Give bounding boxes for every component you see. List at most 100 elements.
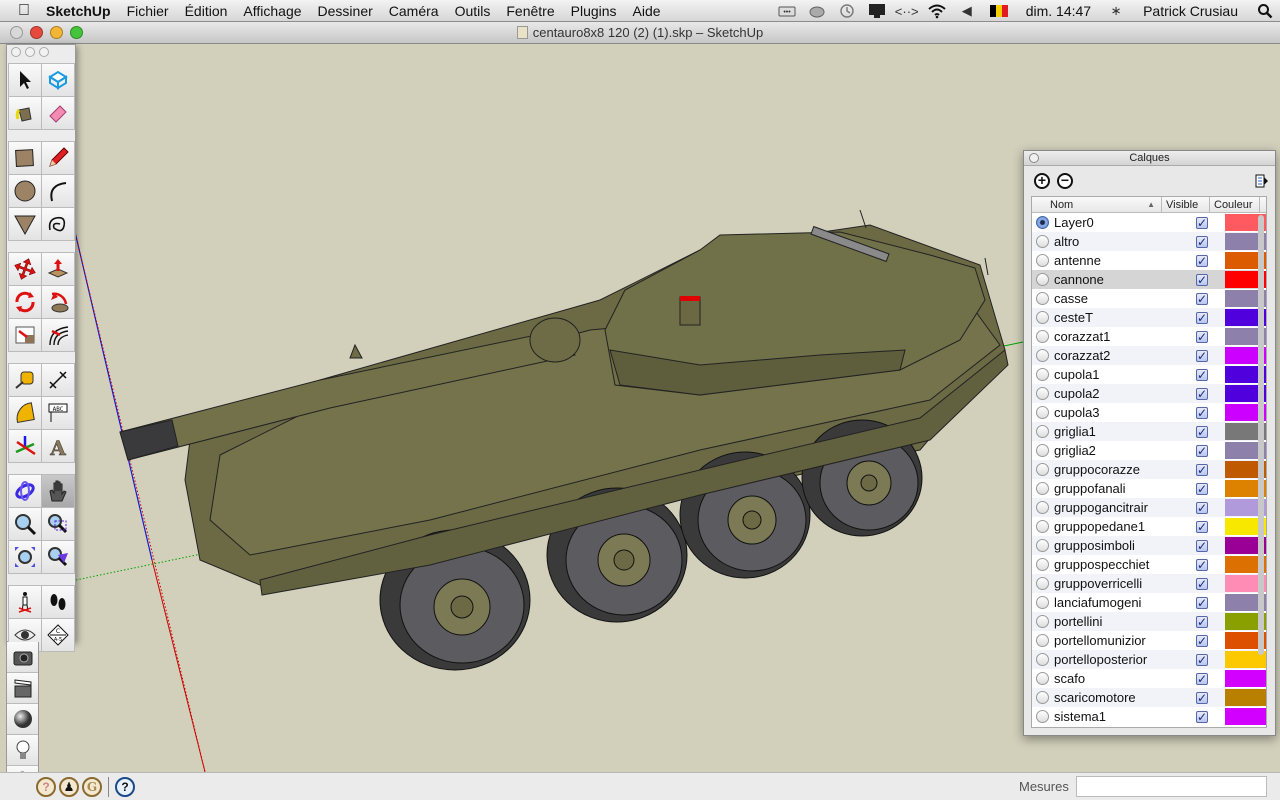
- layers-panel-close-button[interactable]: [1029, 153, 1039, 163]
- remove-layer-button[interactable]: −: [1057, 173, 1073, 189]
- menu-plugins[interactable]: Plugins: [563, 0, 625, 22]
- offset-tool-button[interactable]: [42, 319, 75, 352]
- layer-row[interactable]: antenne ✓: [1032, 251, 1266, 270]
- pan-tool-button[interactable]: [42, 475, 75, 508]
- 3d-text-tool-button[interactable]: A: [42, 430, 75, 463]
- layer-row[interactable]: Layer0 ✓: [1032, 213, 1266, 232]
- tape-measure-tool-button[interactable]: [9, 364, 42, 397]
- active-layer-radio[interactable]: [1036, 577, 1049, 590]
- layer-row[interactable]: lanciafumogeni ✓: [1032, 593, 1266, 612]
- layer-name[interactable]: cupola3: [1054, 405, 1164, 420]
- layer-row[interactable]: griglia1 ✓: [1032, 422, 1266, 441]
- layer-row[interactable]: gruppopedane1 ✓: [1032, 517, 1266, 536]
- layer-visible-checkbox[interactable]: ✓: [1196, 311, 1208, 324]
- layer-name[interactable]: Layer0: [1054, 215, 1164, 230]
- active-layer-radio[interactable]: [1036, 463, 1049, 476]
- layer-name[interactable]: cupola2: [1054, 386, 1164, 401]
- layer-row[interactable]: scaricomotore ✓: [1032, 688, 1266, 707]
- active-layer-radio[interactable]: [1036, 235, 1049, 248]
- layer-visible-checkbox[interactable]: ✓: [1196, 691, 1208, 704]
- column-header-name[interactable]: Nom ▲: [1032, 197, 1162, 212]
- polygon-tool-button[interactable]: [9, 208, 42, 241]
- apple-menu-icon[interactable]: : [0, 2, 36, 20]
- layer-visible-checkbox[interactable]: ✓: [1196, 387, 1208, 400]
- layer-row[interactable]: cupola3 ✓: [1032, 403, 1266, 422]
- menu-dessiner[interactable]: Dessiner: [310, 0, 381, 22]
- menu-camera[interactable]: Caméra: [381, 0, 447, 22]
- layer-name[interactable]: gruppopedane1: [1054, 519, 1164, 534]
- display-mirroring-icon[interactable]: •••: [772, 0, 802, 22]
- layers-scrollbar[interactable]: [1258, 215, 1264, 655]
- layer-visible-checkbox[interactable]: ✓: [1196, 539, 1208, 552]
- dimension-tool-button[interactable]: [42, 364, 75, 397]
- wifi-icon[interactable]: [922, 0, 952, 22]
- column-header-color[interactable]: Couleur: [1210, 197, 1260, 212]
- active-layer-radio[interactable]: [1036, 691, 1049, 704]
- layer-row[interactable]: casse ✓: [1032, 289, 1266, 308]
- active-layer-radio[interactable]: [1036, 311, 1049, 324]
- layer-visible-checkbox[interactable]: ✓: [1196, 577, 1208, 590]
- layer-name[interactable]: griglia1: [1054, 424, 1164, 439]
- walk-tool-button[interactable]: [42, 586, 75, 619]
- zoom-window-tool-button[interactable]: [42, 508, 75, 541]
- active-layer-radio[interactable]: [1036, 501, 1049, 514]
- active-layer-radio[interactable]: [1036, 558, 1049, 571]
- active-layer-radio[interactable]: [1036, 672, 1049, 685]
- active-layer-radio[interactable]: [1036, 273, 1049, 286]
- layer-visible-checkbox[interactable]: ✓: [1196, 482, 1208, 495]
- push-pull-tool-button[interactable]: [42, 253, 75, 286]
- layer-name[interactable]: lanciafumogeni: [1054, 595, 1164, 610]
- pencil-tool-button[interactable]: [42, 142, 75, 175]
- menu-edition[interactable]: Édition: [177, 0, 236, 22]
- geolocation-icon[interactable]: ?: [36, 777, 56, 797]
- add-layer-button[interactable]: +: [1034, 173, 1050, 189]
- layer-name[interactable]: portellomunizior: [1054, 633, 1164, 648]
- menu-aide[interactable]: Aide: [625, 0, 669, 22]
- layer-row[interactable]: cannone ✓: [1032, 270, 1266, 289]
- layer-name[interactable]: casse: [1054, 291, 1164, 306]
- menu-fenetre[interactable]: Fenêtre: [498, 0, 562, 22]
- layer-name[interactable]: grupposimboli: [1054, 538, 1164, 553]
- paint-bucket-tool-button[interactable]: [9, 97, 42, 130]
- eraser-tool-button[interactable]: [42, 97, 75, 130]
- layer-visible-checkbox[interactable]: ✓: [1196, 444, 1208, 457]
- layer-visible-checkbox[interactable]: ✓: [1196, 615, 1208, 628]
- layer-visible-checkbox[interactable]: ✓: [1196, 406, 1208, 419]
- menu-app-sketchup[interactable]: SketchUp: [36, 0, 119, 22]
- active-layer-radio[interactable]: [1036, 406, 1049, 419]
- rotate-tool-button[interactable]: [9, 286, 42, 319]
- help-icon[interactable]: ?: [115, 777, 135, 797]
- active-layer-radio[interactable]: [1036, 710, 1049, 723]
- layer-row[interactable]: scafo ✓: [1032, 669, 1266, 688]
- active-layer-radio[interactable]: [1036, 216, 1049, 229]
- active-layer-radio[interactable]: [1036, 596, 1049, 609]
- layer-name[interactable]: gruppospecchiet: [1054, 557, 1164, 572]
- layer-row[interactable]: gruppogancitrair ✓: [1032, 498, 1266, 517]
- active-layer-radio[interactable]: [1036, 615, 1049, 628]
- layer-visible-checkbox[interactable]: ✓: [1196, 273, 1208, 286]
- axes-tool-button[interactable]: [9, 430, 42, 463]
- column-header-visible[interactable]: Visible: [1162, 197, 1210, 212]
- layer-name[interactable]: cannone: [1054, 272, 1164, 287]
- menu-user-name[interactable]: Patrick Crusiau: [1131, 3, 1250, 19]
- layer-row[interactable]: gruppofanali ✓: [1032, 479, 1266, 498]
- time-machine-icon[interactable]: [832, 0, 862, 22]
- layer-row[interactable]: grupposimboli ✓: [1032, 536, 1266, 555]
- active-layer-radio[interactable]: [1036, 634, 1049, 647]
- circle-tool-button[interactable]: [9, 175, 42, 208]
- credits-icon[interactable]: ♟: [59, 777, 79, 797]
- layer-visible-checkbox[interactable]: ✓: [1196, 349, 1208, 362]
- layer-row[interactable]: griglia2 ✓: [1032, 441, 1266, 460]
- layer-row[interactable]: portellini ✓: [1032, 612, 1266, 631]
- protractor-tool-button[interactable]: [9, 397, 42, 430]
- make-component-tool-button[interactable]: [42, 64, 75, 97]
- layer-color-swatch[interactable]: [1225, 689, 1266, 706]
- layer-visible-checkbox[interactable]: ✓: [1196, 292, 1208, 305]
- layer-visible-checkbox[interactable]: ✓: [1196, 710, 1208, 723]
- layer-visible-checkbox[interactable]: ✓: [1196, 520, 1208, 533]
- layer-details-button[interactable]: [1255, 173, 1269, 189]
- camera-button[interactable]: [7, 642, 38, 673]
- layer-row[interactable]: corazzat2 ✓: [1032, 346, 1266, 365]
- menu-fichier[interactable]: Fichier: [119, 0, 177, 22]
- measures-input[interactable]: [1076, 776, 1267, 797]
